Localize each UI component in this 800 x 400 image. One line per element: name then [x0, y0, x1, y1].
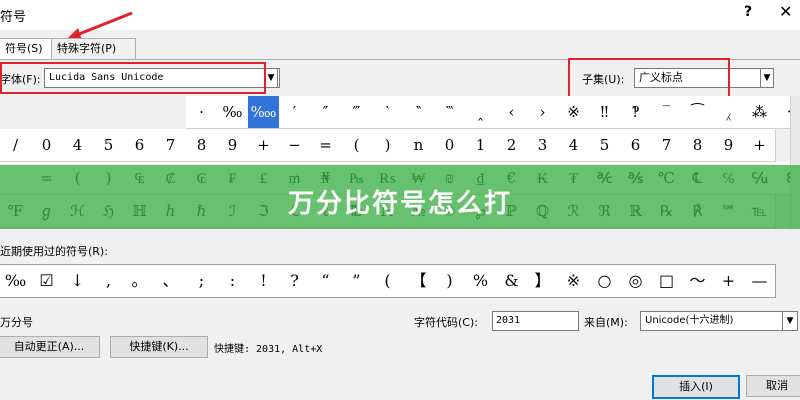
symbol-cell[interactable]: 9 [217, 129, 249, 162]
recent-symbol[interactable]: ～ [682, 264, 714, 298]
character-code-input[interactable]: 2031 [492, 311, 579, 331]
chevron-down-icon[interactable]: ▼ [782, 311, 798, 331]
symbol-cell[interactable]: ⁂ [744, 96, 776, 129]
close-icon[interactable]: ✕ [779, 2, 792, 21]
recent-symbol[interactable]: ↓ [62, 264, 94, 298]
chevron-down-icon[interactable]: ▼ [760, 68, 774, 88]
symbol-cell[interactable]: 4 [558, 129, 590, 162]
symbol-cell[interactable]: 1 [465, 129, 497, 162]
window-title: 符号 [0, 10, 27, 25]
recent-symbol[interactable]: ; [186, 264, 218, 298]
symbol-cell[interactable]: · [186, 96, 218, 129]
symbol-cell[interactable]: › [527, 96, 559, 129]
symbol-cell[interactable]: ‰ [217, 96, 249, 129]
symbol-cell[interactable]: ‴ [341, 96, 373, 129]
recent-symbol[interactable]: ◎ [620, 264, 652, 298]
recent-symbol[interactable]: 【 [403, 264, 435, 298]
recent-symbol[interactable]: ‰ [0, 264, 32, 298]
symbol-cell[interactable]: ⁁ [713, 96, 745, 129]
cancel-button[interactable]: 取消 [746, 375, 800, 397]
symbol-cell[interactable]: 3 [527, 129, 559, 162]
recent-symbol[interactable]: 。 [124, 264, 156, 298]
symbol-cell[interactable]: ‱ [248, 96, 280, 129]
recent-symbol[interactable]: — [744, 264, 776, 298]
shortcut-key-button[interactable]: 快捷键(K)... [110, 336, 208, 358]
symbol-cell[interactable]: n [403, 129, 435, 162]
symbol-cell[interactable]: 4 [62, 129, 94, 162]
symbol-cell[interactable]: − [279, 129, 311, 162]
from-select[interactable]: Unicode(十六进制) [640, 311, 786, 331]
recent-symbol[interactable]: ) [434, 264, 466, 298]
recent-symbol[interactable]: “ [310, 264, 342, 298]
symbol-cell[interactable]: ( [341, 129, 373, 162]
symbol-cell[interactable]: 0 [434, 129, 466, 162]
symbol-cell[interactable]: 5 [93, 129, 125, 162]
recent-symbol[interactable]: ” [341, 264, 373, 298]
symbol-cell[interactable]: ‵ [372, 96, 404, 129]
symbol-cell[interactable]: ‾ [651, 96, 683, 129]
recent-symbol[interactable]: □ [651, 264, 683, 298]
autocorrect-button[interactable]: 自动更正(A)... [0, 336, 100, 358]
recent-symbol[interactable]: 】 [527, 264, 559, 298]
recent-symbol[interactable]: : [217, 264, 249, 298]
highlight-box-subset [568, 58, 730, 98]
unicode-name: 万分号 [0, 316, 33, 329]
symbol-cell[interactable]: 9 [713, 129, 745, 162]
symbol-cell[interactable]: 0 [31, 129, 63, 162]
symbol-cell[interactable]: ‹ [496, 96, 528, 129]
shortcut-key-text: 快捷键: 2031, Alt+X [214, 344, 323, 355]
recent-symbol[interactable]: + [713, 264, 745, 298]
symbol-cell[interactable]: = [310, 129, 342, 162]
symbol-cell[interactable]: ′ [279, 96, 311, 129]
symbol-cell[interactable]: 7 [651, 129, 683, 162]
symbol-cell[interactable]: 8 [682, 129, 714, 162]
symbol-cell[interactable]: + [248, 129, 280, 162]
recent-symbol[interactable]: ※ [558, 264, 590, 298]
recent-symbol[interactable]: % [465, 264, 497, 298]
symbol-cell[interactable]: 6 [124, 129, 156, 162]
chevron-down-icon[interactable]: ▼ [264, 68, 278, 88]
symbol-cell[interactable]: ‸ [465, 96, 497, 129]
recent-symbol[interactable]: & [496, 264, 528, 298]
recent-symbol[interactable]: ☑ [31, 264, 63, 298]
recent-symbol[interactable]: , [93, 264, 125, 298]
help-button[interactable]: ? [744, 4, 752, 20]
highlight-box-font [0, 62, 266, 94]
symbol-cell[interactable]: ※ [558, 96, 590, 129]
recent-symbols-label: 近期使用过的符号(R): [0, 245, 108, 258]
symbol-cell[interactable]: ‼ [589, 96, 621, 129]
symbol-cell[interactable]: 8 [186, 129, 218, 162]
recent-symbol[interactable]: ○ [589, 264, 621, 298]
recent-symbol[interactable]: 、 [155, 264, 187, 298]
banner-title: 万分比符号怎么打 [287, 189, 512, 219]
symbol-cell[interactable]: / [0, 129, 32, 162]
symbol-cell[interactable]: 7 [155, 129, 187, 162]
symbol-cell[interactable]: ‷ [434, 96, 466, 129]
recent-symbol[interactable]: ? [279, 264, 311, 298]
symbol-cell[interactable]: ) [372, 129, 404, 162]
symbol-cell[interactable]: 2 [496, 129, 528, 162]
tab-special-characters[interactable]: 特殊字符(P) [50, 38, 136, 60]
symbol-cell[interactable]: ⁀ [682, 96, 714, 129]
character-code-label: 字符代码(C): [414, 316, 478, 329]
symbol-cell[interactable]: ‽ [620, 96, 652, 129]
tab-symbols[interactable]: 符号(S) [0, 38, 52, 59]
recent-symbol[interactable]: ! [248, 264, 280, 298]
insert-button[interactable]: 插入(I) [652, 375, 740, 399]
symbol-cell[interactable]: + [744, 129, 776, 162]
symbol-cell[interactable]: ″ [310, 96, 342, 129]
symbol-cell[interactable]: 5 [589, 129, 621, 162]
recent-symbol[interactable]: ( [372, 264, 404, 298]
symbol-cell[interactable]: ‶ [403, 96, 435, 129]
from-label: 来自(M): [584, 316, 628, 329]
symbol-cell[interactable]: 6 [620, 129, 652, 162]
